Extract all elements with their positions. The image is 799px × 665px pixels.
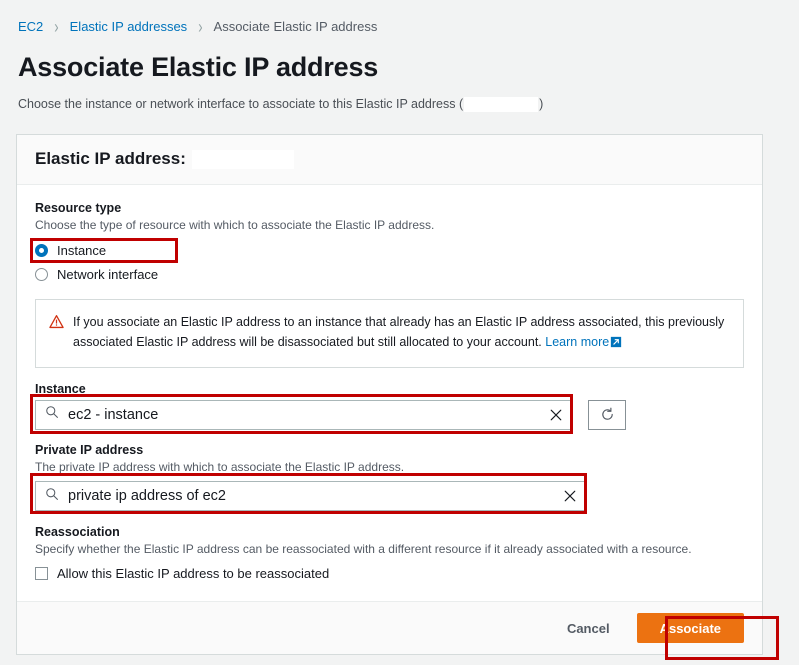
radio-option-network-interface[interactable]: Network interface [35,263,744,285]
warning-alert: If you associate an Elastic IP address t… [35,299,744,368]
search-icon [45,487,59,506]
instance-clear-icon[interactable] [549,408,563,422]
reassociation-checkbox-row[interactable]: Allow this Elastic IP address to be reas… [35,563,744,583]
reassociation-description: Specify whether the Elastic IP address c… [35,542,692,557]
search-icon [45,405,59,424]
instance-search-input[interactable]: ec2 - instance [35,399,572,430]
instance-search-value: ec2 - instance [68,406,159,423]
breadcrumb-separator-icon: › [54,15,59,38]
card-body: Resource type Choose the type of resourc… [17,185,762,601]
reassociation-checkbox-label: Allow this Elastic IP address to be reas… [57,565,330,581]
radio-network-interface-label: Network interface [57,266,159,282]
instance-field-row: ec2 - instance [35,399,744,430]
breadcrumb-separator-icon: › [198,15,203,38]
page-subtitle-text: Choose the instance or network interface… [18,96,464,111]
private-ip-search-input[interactable]: private ip address of ec2 [35,481,586,512]
breadcrumb: EC2 › Elastic IP addresses › Associate E… [0,0,799,38]
associate-elastic-ip-card: Elastic IP address: Resource type Choose… [16,134,763,656]
private-ip-search-value: private ip address of ec2 [68,488,226,505]
page-subtitle: Choose the instance or network interface… [18,96,799,112]
card-header: Elastic IP address: [17,135,762,185]
instance-label: Instance [35,381,86,396]
private-ip-label: Private IP address [35,442,144,457]
radio-option-instance[interactable]: Instance [35,239,744,261]
page-subtitle-suffix: ) [539,96,544,111]
external-link-icon[interactable] [610,335,622,354]
radio-network-interface-icon[interactable] [35,267,48,281]
page-title: Associate Elastic IP address [18,52,379,82]
private-ip-clear-icon[interactable] [563,489,577,503]
refresh-instances-button[interactable] [588,399,626,430]
cancel-button[interactable]: Cancel [557,615,620,642]
redacted-elastic-ip-value [464,96,539,112]
resource-type-description: Choose the type of resource with which t… [35,218,435,232]
private-ip-field-row: private ip address of ec2 [35,481,744,512]
radio-instance-icon[interactable] [35,243,48,257]
private-ip-description: The private IP address with which to ass… [35,459,405,474]
card-footer: Cancel Associate [17,601,762,655]
reassociation-checkbox[interactable] [35,566,48,580]
learn-more-link[interactable]: Learn more [545,335,609,349]
associate-button[interactable]: Associate [636,613,744,644]
breadcrumb-item-ec2[interactable]: EC2 [18,20,43,33]
card-header-title: Elastic IP address: [35,149,186,168]
redacted-elastic-ip-address [191,149,294,169]
warning-alert-text: If you associate an Elastic IP address t… [73,313,729,354]
breadcrumb-item-elastic-ip-addresses[interactable]: Elastic IP addresses [70,20,188,33]
reassociation-label: Reassociation [35,525,120,540]
warning-triangle-icon [49,314,64,334]
warning-alert-message: If you associate an Elastic IP address t… [73,315,725,349]
resource-type-label: Resource type [35,201,122,215]
radio-instance-label: Instance [57,242,107,258]
breadcrumb-item-associate-elastic-ip-address: Associate Elastic IP address [213,19,378,34]
